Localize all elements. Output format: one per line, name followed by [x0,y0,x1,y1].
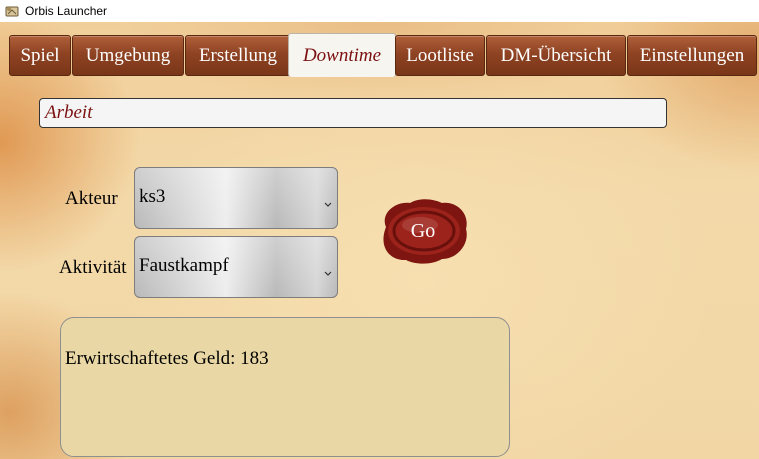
chevron-down-icon [323,194,333,207]
tab-dm-uebersicht[interactable]: DM-Übersicht [486,35,626,76]
aktivitaet-select[interactable]: Faustkampf [134,236,338,298]
tab-lootliste[interactable]: Lootliste [395,35,485,76]
tab-bar: Spiel Umgebung Erstellung Downtime Lootl… [9,33,757,77]
akteur-select[interactable]: ks3 [134,167,338,229]
tab-downtime[interactable]: Downtime [288,33,396,77]
chevron-down-icon [323,263,333,276]
go-button-label: Go [410,220,436,242]
aktivitaet-value: Faustkampf [139,255,229,276]
tab-erstellung[interactable]: Erstellung [185,35,291,76]
title-bar: Orbis Launcher [0,0,759,22]
akteur-value: ks3 [139,186,166,207]
tab-einstellungen[interactable]: Einstellungen [627,35,757,76]
go-button[interactable]: Go [376,197,470,265]
activity-category-field[interactable]: Arbeit [39,98,667,128]
tab-spiel[interactable]: Spiel [9,35,71,76]
result-text: Erwirtschaftetes Geld: 183 [65,348,269,369]
result-panel: Erwirtschaftetes Geld: 183 [60,317,510,457]
aktivitaet-label: Aktivität [59,257,127,278]
akteur-label: Akteur [65,188,118,209]
scroll-icon [5,4,19,18]
window-title: Orbis Launcher [25,4,108,18]
tab-umgebung[interactable]: Umgebung [72,35,184,76]
